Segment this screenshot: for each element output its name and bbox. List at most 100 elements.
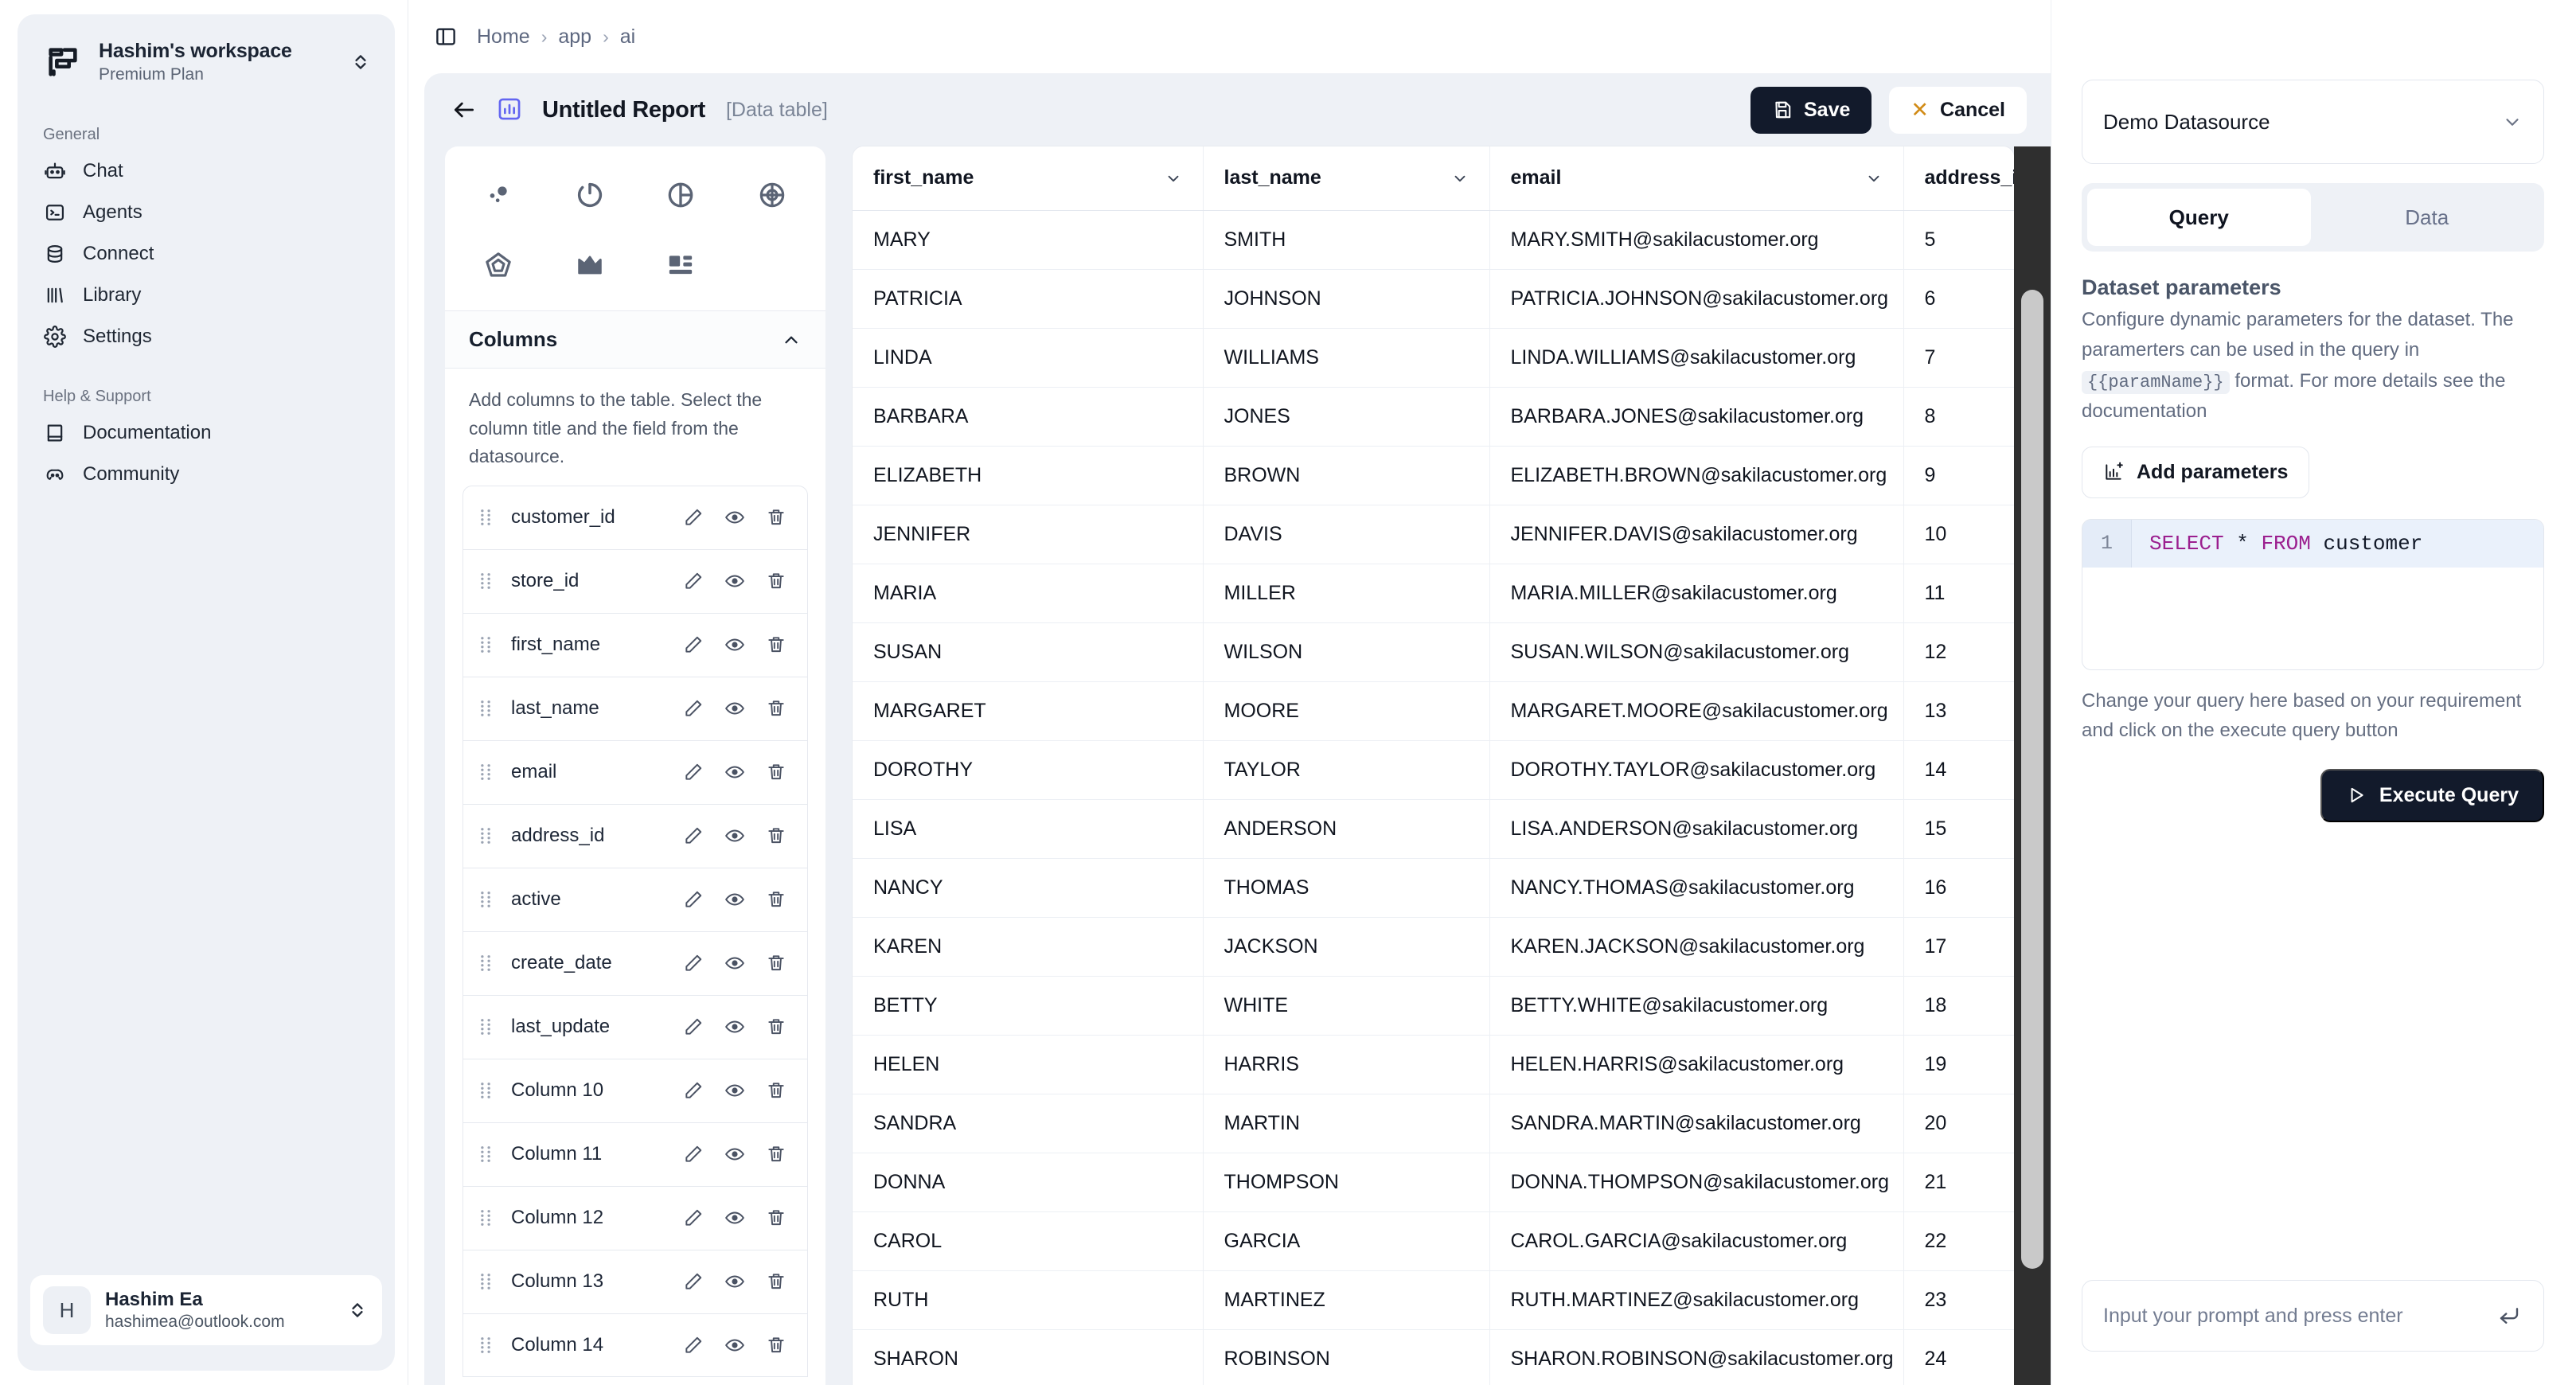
table-row[interactable]: KAREN JACKSON KAREN.JACKSON@sakilacustomer… xyxy=(853,917,2014,977)
trash-icon[interactable] xyxy=(763,1080,790,1101)
eye-icon[interactable] xyxy=(721,1080,748,1101)
trash-icon[interactable] xyxy=(763,634,790,655)
table-row[interactable]: LINDA WILLIAMS LINDA.WILLIAMS@sakilacustom… xyxy=(853,328,2014,388)
table-row[interactable]: PATRICIA JOHNSON PATRICIA.JOHNSON@sakilacu… xyxy=(853,269,2014,329)
table-row[interactable]: CAROL GARCIA CAROL.GARCIA@sakilacustomer.o… xyxy=(853,1211,2014,1271)
table-row[interactable]: ELIZABETH BROWN ELIZABETH.BROWN@sakilacust… xyxy=(853,446,2014,505)
edit-icon[interactable] xyxy=(680,889,707,910)
breadcrumb-item-app[interactable]: app xyxy=(558,25,591,49)
table-row[interactable]: DOROTHY TAYLOR DOROTHY.TAYLOR@sakilacustom… xyxy=(853,740,2014,800)
add-parameters-button[interactable]: Add parameters xyxy=(2082,446,2310,498)
back-arrow-icon[interactable] xyxy=(451,97,478,123)
drag-handle-icon[interactable] xyxy=(478,763,497,781)
drag-handle-icon[interactable] xyxy=(478,827,497,845)
donut-chart-icon[interactable] xyxy=(544,162,636,228)
trash-icon[interactable] xyxy=(763,1207,790,1228)
column-list-item[interactable]: last_name xyxy=(463,676,808,740)
edit-icon[interactable] xyxy=(680,953,707,973)
table-row[interactable]: MARGARET MOORE MARGARET.MOORE@sakilacustom… xyxy=(853,681,2014,741)
table-row[interactable]: LISA ANDERSON LISA.ANDERSON@sakilacustomer… xyxy=(853,799,2014,859)
sidebar-item-library[interactable]: Library xyxy=(30,275,382,316)
data-table-icon[interactable] xyxy=(635,232,727,298)
edit-icon[interactable] xyxy=(680,634,707,655)
drag-handle-icon[interactable] xyxy=(478,636,497,653)
eye-icon[interactable] xyxy=(721,1335,748,1356)
eye-icon[interactable] xyxy=(721,1016,748,1037)
eye-icon[interactable] xyxy=(721,1271,748,1292)
table-row[interactable]: DONNA THOMPSON DONNA.THOMPSON@sakilacustom… xyxy=(853,1153,2014,1212)
trash-icon[interactable] xyxy=(763,1144,790,1165)
chevron-down-icon[interactable] xyxy=(1165,170,1182,187)
trash-icon[interactable] xyxy=(763,571,790,591)
column-list-item[interactable]: active xyxy=(463,867,808,931)
column-list-item[interactable]: store_id xyxy=(463,548,808,613)
table-header-last-name[interactable]: last_name xyxy=(1203,146,1490,211)
pie-chart-icon[interactable] xyxy=(635,162,727,228)
table-row[interactable]: MARY SMITH MARY.SMITH@sakilacustomer.org 5 xyxy=(853,210,2014,270)
edit-icon[interactable] xyxy=(680,1144,707,1165)
table-row[interactable]: SANDRA MARTIN SANDRA.MARTIN@sakilacustomer… xyxy=(853,1094,2014,1153)
table-row[interactable]: MARIA MILLER MARIA.MILLER@sakilacustomer.o… xyxy=(853,564,2014,623)
sidebar-item-connect[interactable]: Connect xyxy=(30,233,382,275)
scrollbar-thumb[interactable] xyxy=(2021,290,2043,1269)
trash-icon[interactable] xyxy=(763,698,790,719)
prompt-input-box[interactable] xyxy=(2082,1280,2544,1352)
column-list-item[interactable]: customer_id xyxy=(463,485,808,549)
sidebar-item-chat[interactable]: Chat xyxy=(30,150,382,192)
chevron-down-icon[interactable] xyxy=(1865,170,1883,187)
eye-icon[interactable] xyxy=(721,634,748,655)
eye-icon[interactable] xyxy=(721,1207,748,1228)
trash-icon[interactable] xyxy=(763,1016,790,1037)
eye-icon[interactable] xyxy=(721,825,748,846)
column-list-item[interactable]: create_date xyxy=(463,930,808,995)
workspace-switcher[interactable]: Hashim's workspace Premium Plan xyxy=(30,29,382,96)
sidebar-item-documentation[interactable]: Documentation xyxy=(30,412,382,454)
sidebar-item-settings[interactable]: Settings xyxy=(30,316,382,357)
eye-icon[interactable] xyxy=(721,1144,748,1165)
drag-handle-icon[interactable] xyxy=(478,1209,497,1227)
trash-icon[interactable] xyxy=(763,1271,790,1292)
eye-icon[interactable] xyxy=(721,698,748,719)
radar-chart-icon[interactable] xyxy=(727,162,818,228)
drag-handle-icon[interactable] xyxy=(478,1273,497,1290)
eye-icon[interactable] xyxy=(721,762,748,782)
prompt-input[interactable] xyxy=(2103,1304,2484,1328)
save-button[interactable]: Save xyxy=(1751,86,1872,134)
column-list-item[interactable]: Column 12 xyxy=(463,1185,808,1250)
area-chart-icon[interactable] xyxy=(544,232,636,298)
column-list-item[interactable]: first_name xyxy=(463,612,808,677)
drag-handle-icon[interactable] xyxy=(478,1145,497,1163)
drag-handle-icon[interactable] xyxy=(478,572,497,590)
column-list-item[interactable]: Column 13 xyxy=(463,1249,808,1313)
drag-handle-icon[interactable] xyxy=(478,954,497,972)
breadcrumb-item-home[interactable]: Home xyxy=(477,25,530,49)
chevron-down-icon[interactable] xyxy=(1451,170,1469,187)
table-row[interactable]: BETTY WHITE BETTY.WHITE@sakilacustomer.org… xyxy=(853,976,2014,1036)
table-row[interactable]: BARBARA JONES BARBARA.JONES@sakilacustomer… xyxy=(853,387,2014,447)
eye-icon[interactable] xyxy=(721,889,748,910)
table-row[interactable]: NANCY THOMAS NANCY.THOMAS@sakilacustomer.o… xyxy=(853,858,2014,918)
pentagon-chart-icon[interactable] xyxy=(453,232,544,298)
drag-handle-icon[interactable] xyxy=(478,1018,497,1036)
column-list-item[interactable]: Column 10 xyxy=(463,1058,808,1122)
tab-query[interactable]: Query xyxy=(2087,189,2311,246)
drag-handle-icon[interactable] xyxy=(478,1336,497,1354)
datasource-select[interactable]: Demo Datasource xyxy=(2082,80,2544,164)
column-list-item[interactable]: address_id xyxy=(463,803,808,868)
sidebar-toggle-icon[interactable] xyxy=(432,23,459,50)
edit-icon[interactable] xyxy=(680,698,707,719)
trash-icon[interactable] xyxy=(763,825,790,846)
trash-icon[interactable] xyxy=(763,507,790,528)
edit-icon[interactable] xyxy=(680,1271,707,1292)
edit-icon[interactable] xyxy=(680,762,707,782)
edit-icon[interactable] xyxy=(680,825,707,846)
drag-handle-icon[interactable] xyxy=(478,891,497,908)
table-header-first-name[interactable]: first_name xyxy=(853,146,1204,211)
trash-icon[interactable] xyxy=(763,762,790,782)
drag-handle-icon[interactable] xyxy=(478,700,497,717)
column-list-item[interactable]: Column 14 xyxy=(463,1313,808,1377)
user-account-switcher[interactable]: H Hashim Ea hashimea@outlook.com xyxy=(30,1275,382,1345)
table-row[interactable]: SHARON ROBINSON SHARON.ROBINSON@sakilacust… xyxy=(853,1329,2014,1385)
table-header-address-id[interactable]: address_id xyxy=(1903,146,2014,211)
trash-icon[interactable] xyxy=(763,953,790,973)
